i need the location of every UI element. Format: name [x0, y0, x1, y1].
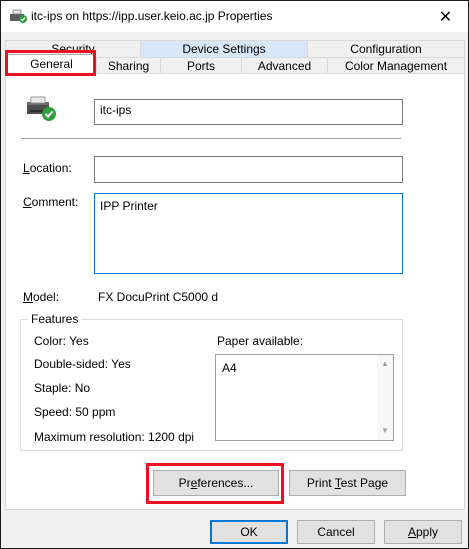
- scroll-down-icon[interactable]: ▼: [380, 426, 390, 436]
- scroll-up-icon[interactable]: ▲: [380, 359, 390, 369]
- location-label: Location:: [23, 161, 72, 175]
- model-value: FX DocuPrint C5000 d: [98, 290, 219, 304]
- feature-staple: Staple: No: [34, 381, 91, 395]
- feature-speed: Speed: 50 ppm: [34, 405, 116, 419]
- general-panel: itc-ips Location: Comment: IPP Printer M…: [5, 73, 465, 510]
- paper-available-label: Paper available:: [217, 334, 304, 348]
- printer-name-field[interactable]: itc-ips: [94, 99, 403, 125]
- features-title: Features: [28, 312, 82, 326]
- cancel-button[interactable]: Cancel: [297, 520, 375, 544]
- printer-icon: [10, 9, 27, 23]
- print-test-page-button[interactable]: Print Test Page: [289, 470, 406, 496]
- divider: [21, 138, 401, 139]
- title-bar: itc-ips on https://ipp.user.keio.ac.jp P…: [1, 1, 468, 32]
- close-button[interactable]: ✕: [423, 1, 468, 32]
- apply-button[interactable]: Apply: [384, 520, 462, 544]
- window-title: itc-ips on https://ipp.user.keio.ac.jp P…: [31, 9, 273, 23]
- paper-listbox[interactable]: A4 ▲ ▼: [215, 354, 394, 441]
- printer-large-icon: [27, 96, 56, 121]
- properties-dialog: itc-ips on https://ipp.user.keio.ac.jp P…: [0, 0, 469, 549]
- feature-max-resolution: Maximum resolution: 1200 dpi: [34, 430, 195, 444]
- preferences-button[interactable]: Preferences...: [153, 470, 279, 496]
- location-field[interactable]: [94, 156, 403, 183]
- feature-color: Color: Yes: [34, 334, 89, 348]
- feature-double-sided: Double-sided: Yes: [34, 357, 131, 371]
- tab-device-settings[interactable]: Device Settings: [140, 40, 308, 58]
- comment-label: Comment:: [23, 195, 79, 209]
- comment-field[interactable]: IPP Printer: [94, 193, 403, 274]
- tab-general[interactable]: General: [7, 54, 96, 74]
- tab-configuration[interactable]: Configuration: [307, 40, 465, 58]
- paper-item[interactable]: A4: [222, 361, 237, 375]
- close-icon: ✕: [438, 8, 453, 26]
- paper-scrollbar[interactable]: ▲ ▼: [377, 355, 393, 440]
- model-label: Model:: [23, 290, 60, 304]
- ok-button[interactable]: OK: [210, 520, 288, 544]
